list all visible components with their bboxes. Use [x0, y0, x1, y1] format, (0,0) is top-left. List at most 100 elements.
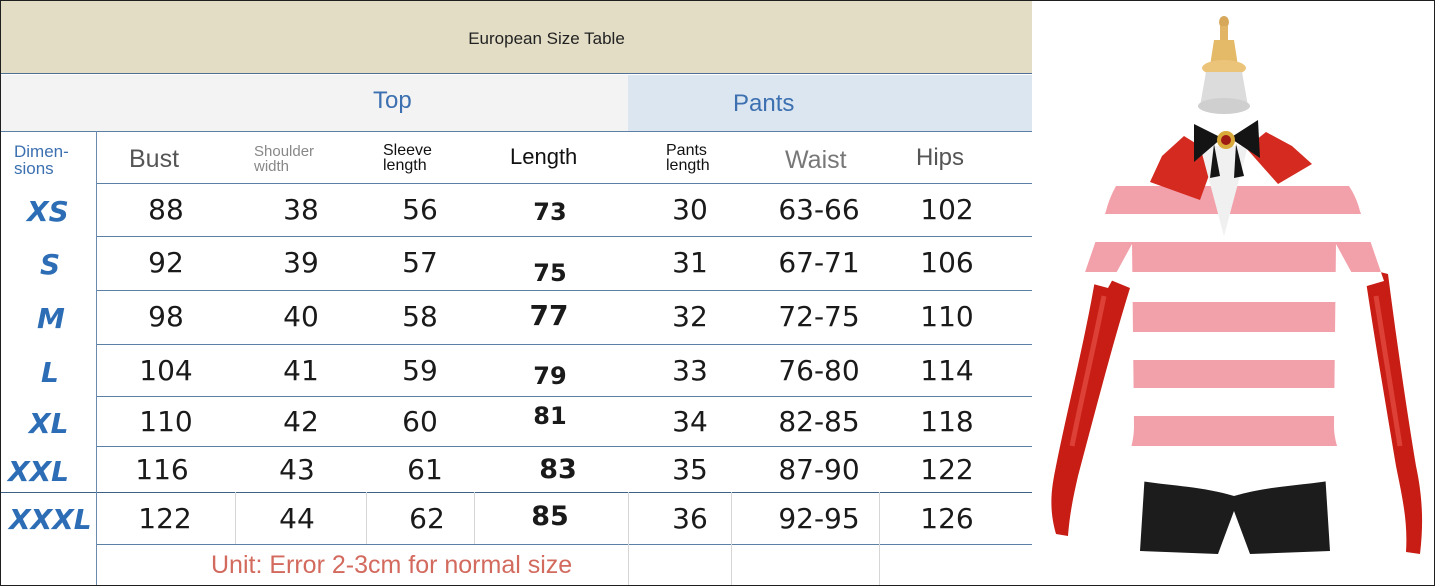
cell-hips: 106: [920, 246, 974, 279]
col-divider: [474, 492, 475, 544]
col-divider: [879, 492, 880, 585]
title-band: European Size Table: [1, 1, 1032, 73]
size-table: European Size Table Top Pants Dimen- sio…: [1, 1, 1032, 585]
size-label-xs: XS: [27, 195, 69, 228]
right-glove: [1364, 268, 1423, 554]
header-hips: Hips: [916, 144, 965, 171]
cell-waist: 72-75: [778, 300, 860, 333]
header-waist: Waist: [785, 146, 847, 174]
header-divider: [97, 183, 1032, 184]
cell-sleeve: 62: [409, 502, 445, 535]
cell-shoulder: 43: [279, 453, 315, 486]
header-shoulder-line2: width: [254, 158, 290, 175]
cell-waist: 76-80: [778, 354, 860, 387]
cell-bust: 122: [138, 502, 192, 535]
cell-sleeve: 60: [402, 405, 438, 438]
cell-sleeve: 56: [402, 193, 438, 226]
size-label-xl: XL: [29, 407, 69, 440]
col-divider: [366, 492, 367, 544]
cell-shoulder: 38: [283, 193, 319, 226]
row-divider: [1, 492, 1032, 493]
row-divider: [97, 344, 1032, 345]
cell-pants-length: 32: [672, 300, 708, 333]
cell-bust: 104: [139, 354, 193, 387]
col-divider: [235, 492, 236, 544]
header-length: Length: [510, 144, 578, 169]
row-divider: [97, 236, 1032, 237]
cell-pants-length: 35: [672, 453, 708, 486]
table-title: European Size Table: [468, 29, 625, 48]
cell-waist: 87-90: [778, 453, 860, 486]
size-label-xxxl: XXXL: [9, 503, 92, 536]
header-pants-length-line2: length: [666, 157, 710, 174]
cell-shoulder: 44: [279, 502, 315, 535]
header-bust: Bust: [129, 145, 180, 173]
cell-bust: 98: [148, 300, 184, 333]
cell-bust: 92: [148, 246, 184, 279]
cell-hips: 118: [920, 405, 974, 438]
cell-waist: 63-66: [778, 193, 860, 226]
cell-shoulder: 41: [283, 354, 319, 387]
cell-bust: 110: [139, 405, 193, 438]
cell-hips: 102: [920, 193, 974, 226]
cell-length: 75: [533, 259, 567, 287]
cell-sleeve: 57: [402, 246, 438, 279]
cell-waist: 82-85: [778, 405, 860, 438]
cell-length: 85: [531, 501, 569, 532]
cell-pants-length: 34: [672, 405, 708, 438]
row-divider: [97, 290, 1032, 291]
cell-hips: 110: [920, 300, 974, 333]
header-pants-length: Pants length: [666, 142, 710, 174]
cell-shoulder: 42: [283, 405, 319, 438]
row-divider: [97, 544, 1032, 545]
size-label-xxl: XXL: [8, 455, 70, 488]
header-sleeve-line1: Sleeve: [383, 142, 432, 159]
header-dimensions-line2: sions: [14, 159, 54, 178]
cell-hips: 114: [920, 354, 974, 387]
cell-pants-length: 30: [672, 193, 708, 226]
label-column-divider: [96, 131, 97, 585]
col-divider: [731, 492, 732, 585]
cell-length: 79: [533, 362, 567, 390]
cell-length: 73: [533, 198, 567, 226]
costume-image: [1051, 16, 1423, 554]
left-glove: [1051, 274, 1130, 536]
header-dimensions-line1: Dimen-: [14, 142, 69, 161]
cell-hips: 126: [920, 502, 974, 535]
size-label-s: S: [40, 248, 61, 281]
mannequin-stand: [1198, 16, 1250, 114]
cell-sleeve: 61: [407, 453, 443, 486]
cell-sleeve: 59: [402, 354, 438, 387]
cell-sleeve: 58: [402, 300, 438, 333]
cell-pants-length: 36: [672, 502, 708, 535]
header-shoulder-line1: Shoulder: [254, 143, 315, 160]
cell-hips: 122: [920, 453, 974, 486]
cell-length: 81: [533, 402, 567, 430]
row-divider: [97, 396, 1032, 397]
cell-length: 77: [529, 299, 569, 332]
row-divider: [97, 446, 1032, 447]
size-label-m: M: [37, 302, 65, 335]
pants-group-label: Pants: [733, 90, 795, 117]
title-divider: [1, 73, 1032, 74]
header-sleeve-length: Sleeve length: [383, 142, 432, 174]
cell-waist: 92-95: [778, 502, 860, 535]
group-divider: [1, 131, 1032, 132]
top-group-band: [1, 75, 628, 131]
col-divider: [628, 492, 629, 585]
pants-group-band: [628, 75, 1032, 131]
cell-pants-length: 31: [672, 246, 708, 279]
cell-bust: 116: [135, 453, 189, 486]
header-pants-length-line1: Pants: [666, 142, 707, 159]
cell-waist: 67-71: [778, 246, 860, 279]
cell-length: 83: [539, 454, 577, 485]
size-label-l: L: [41, 356, 59, 389]
cell-shoulder: 40: [283, 300, 319, 333]
header-dimensions: Dimen- sions: [14, 143, 69, 177]
unit-note: Unit: Error 2-3cm for normal size: [211, 551, 573, 579]
header-shoulder-width: Shoulder width: [254, 144, 314, 174]
cell-pants-length: 33: [672, 354, 708, 387]
cell-bust: 88: [148, 193, 184, 226]
top-group-label: Top: [373, 87, 412, 114]
cell-shoulder: 39: [283, 246, 319, 279]
